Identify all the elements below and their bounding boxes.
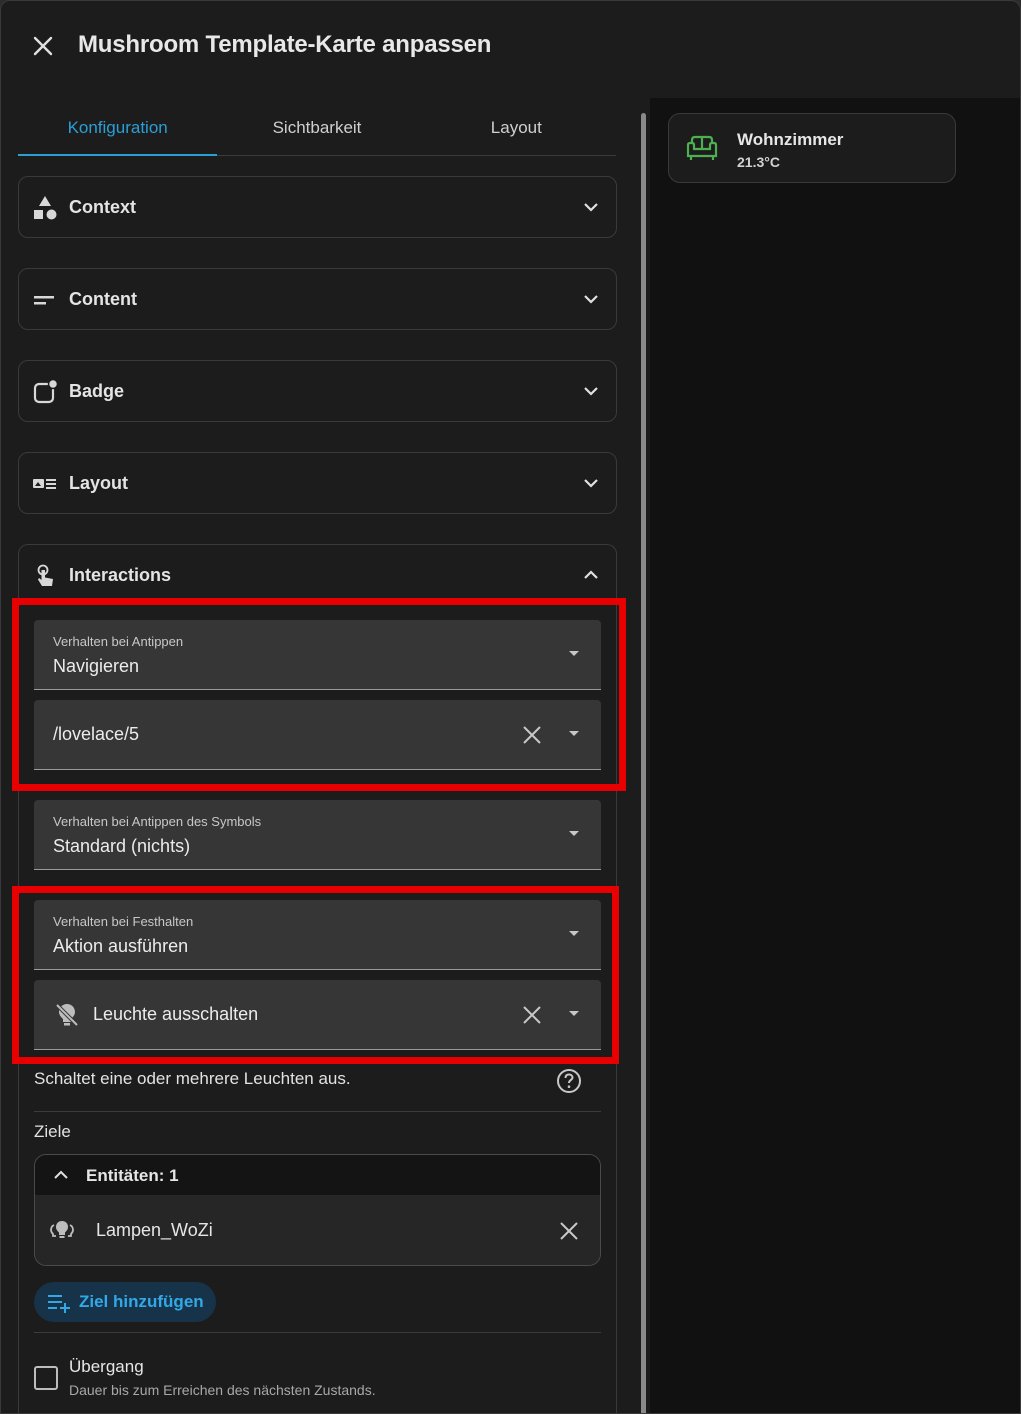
tab-sichtbarkeit[interactable]: Sichtbarkeit xyxy=(217,106,416,155)
transition-sublabel: Dauer bis zum Erreichen des nächsten Zus… xyxy=(69,1382,376,1398)
divider xyxy=(34,1111,601,1112)
target-entity-row: Lampen_WoZi xyxy=(35,1195,600,1265)
close-icon xyxy=(33,36,53,56)
chevron-down-icon xyxy=(584,203,598,212)
chevron-down-icon xyxy=(584,295,598,304)
panel-context: Context xyxy=(18,176,617,238)
gesture-tap-icon xyxy=(37,564,53,586)
divider xyxy=(34,1332,601,1333)
scrollbar-thumb[interactable] xyxy=(641,113,646,1413)
editor-scrollbar[interactable] xyxy=(639,99,649,1413)
panel-layout-header[interactable]: Layout xyxy=(19,453,616,515)
highlight-box-hold xyxy=(12,886,619,1064)
tab-konfiguration[interactable]: Konfiguration xyxy=(18,106,218,156)
chevron-up-icon xyxy=(584,570,598,579)
help-circle-icon[interactable] xyxy=(556,1068,582,1094)
panel-badge: Badge xyxy=(18,360,617,422)
chevron-down-icon xyxy=(584,387,598,396)
remove-icon[interactable] xyxy=(559,1221,579,1241)
panel-interactions-label: Interactions xyxy=(69,565,172,585)
panel-layout-label: Layout xyxy=(69,473,129,493)
tab-layout[interactable]: Layout xyxy=(417,106,616,155)
targets-heading: Ziele xyxy=(34,1122,71,1141)
panel-content-header[interactable]: Content xyxy=(19,269,616,331)
dropdown-arrow-icon[interactable] xyxy=(569,831,579,836)
transition-checkbox[interactable] xyxy=(34,1366,58,1390)
preview-card-state: 21.3°C xyxy=(737,154,780,170)
targets-group-header[interactable]: Entitäten: 1 xyxy=(35,1155,600,1195)
panel-context-header[interactable]: Context xyxy=(19,177,616,239)
dialog-header: Mushroom Template-Karte anpassen xyxy=(1,1,1020,93)
edit-card-dialog: Mushroom Template-Karte anpassen Konfigu… xyxy=(0,0,1021,1414)
target-entity-name: Lampen_WoZi xyxy=(96,1220,213,1240)
add-target-button[interactable]: Ziel hinzufügen xyxy=(34,1282,216,1322)
icon-tap-action-select[interactable]: Verhalten bei Antippen des Symbols Stand… xyxy=(34,800,601,870)
panel-badge-label: Badge xyxy=(69,381,125,401)
add-target-label: Ziel hinzufügen xyxy=(79,1292,204,1311)
chevron-down-icon xyxy=(584,479,598,488)
text-short-icon xyxy=(34,296,54,305)
panel-content-label: Content xyxy=(69,289,137,309)
preview-card-name: Wohnzimmer xyxy=(737,130,844,149)
dialog-title: Mushroom Template-Karte anpassen xyxy=(78,31,492,58)
shapes-icon xyxy=(34,196,57,220)
chevron-up-icon xyxy=(54,1170,68,1179)
panel-content: Content xyxy=(18,268,617,330)
icon-tap-action-label: Verhalten bei Antippen des Symbols xyxy=(53,814,262,829)
panel-layout: Layout xyxy=(18,452,617,514)
targets-group-label: Entitäten: 1 xyxy=(86,1166,179,1185)
editor-tabs: Konfiguration Sichtbarkeit Layout xyxy=(18,106,616,156)
sofa-icon xyxy=(686,135,718,160)
panel-badge-header[interactable]: Badge xyxy=(19,361,616,423)
lightbulb-group-icon xyxy=(50,1221,74,1238)
card-text-icon xyxy=(33,479,56,489)
icon-tap-action-value: Standard (nichts) xyxy=(53,836,191,856)
transition-label: Übergang xyxy=(69,1357,144,1376)
playlist-plus-icon xyxy=(48,1295,70,1313)
card-preview-area xyxy=(650,98,1020,1413)
panel-context-label: Context xyxy=(69,197,136,217)
preview-card[interactable]: Wohnzimmer 21.3°C xyxy=(668,113,956,183)
badge-icon xyxy=(33,379,58,404)
highlight-box-tap xyxy=(12,598,626,791)
service-description: Schaltet eine oder mehrere Leuchten aus. xyxy=(34,1069,351,1088)
close-button[interactable] xyxy=(29,32,57,60)
targets-box: Entitäten: 1 Lampen_WoZi xyxy=(34,1154,601,1266)
